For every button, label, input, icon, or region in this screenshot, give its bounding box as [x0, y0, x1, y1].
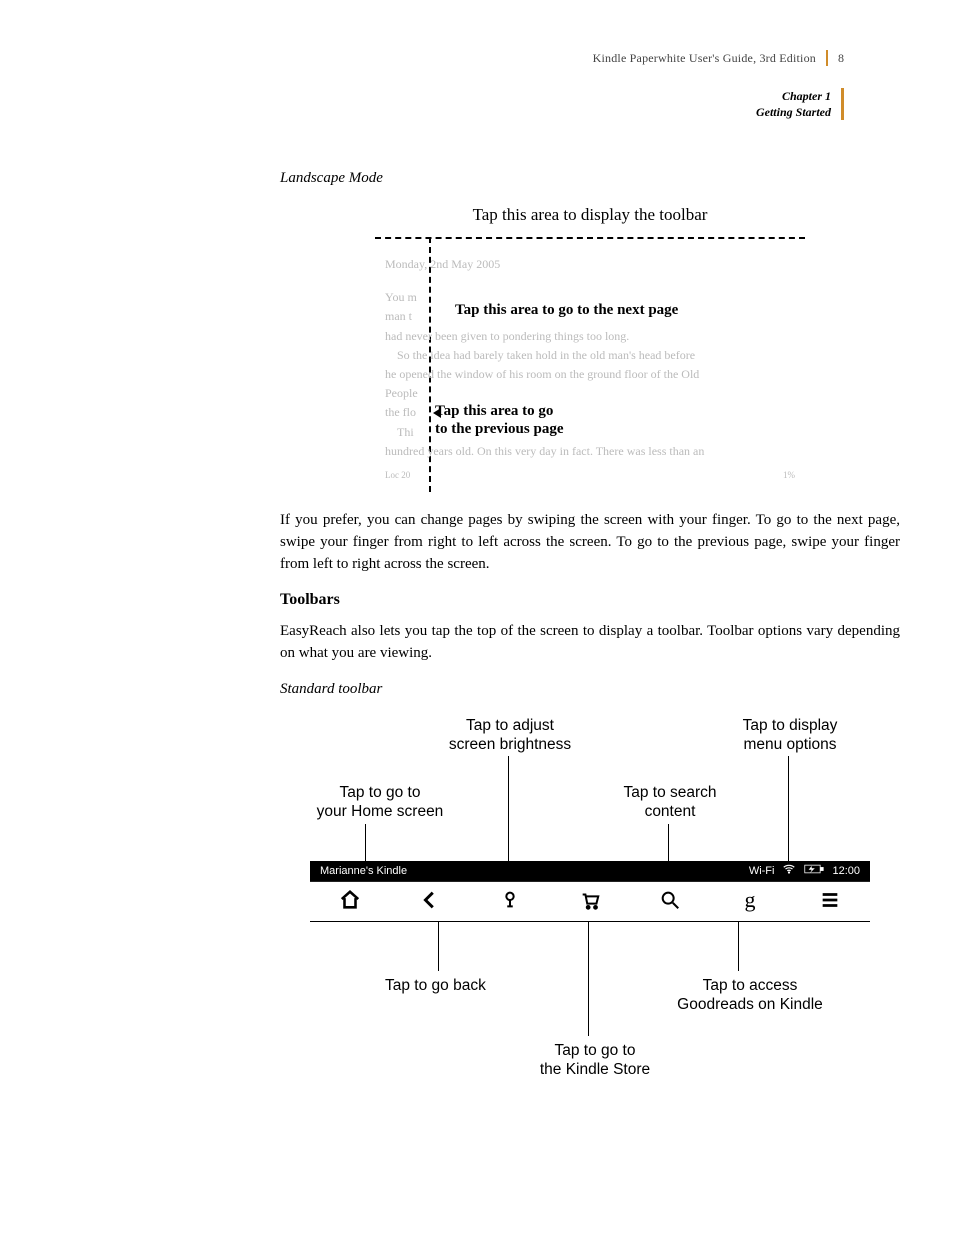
goodreads-label-l1: Tap to access	[703, 977, 798, 994]
home-icon[interactable]	[337, 887, 363, 913]
connector-line	[438, 921, 439, 971]
toolbar-diagram: Tap to adjust screen brightness Tap to d…	[310, 716, 870, 1096]
prev-page-annotation-l2: to the previous page	[435, 421, 563, 437]
doc-title: Kindle Paperwhite User's Guide, 3rd Edit…	[593, 51, 816, 66]
header-divider	[826, 50, 828, 66]
page-body: Landscape Mode Tap this area to display …	[280, 170, 900, 1096]
sample-date: Monday, 2nd May 2005	[385, 255, 795, 274]
goodreads-label-l2: Goodreads on Kindle	[677, 996, 823, 1013]
chapter-number: Chapter 1	[593, 88, 831, 104]
running-header: Kindle Paperwhite User's Guide, 3rd Edit…	[593, 50, 844, 120]
brightness-label-l1: Tap to adjust	[466, 717, 554, 734]
goodreads-icon[interactable]: g	[737, 887, 763, 913]
kindle-toolbar: Marianne's Kindle Wi-Fi 12:00	[310, 861, 870, 917]
toolbars-paragraph: EasyReach also lets you tap the top of t…	[280, 621, 900, 665]
device-name: Marianne's Kindle	[320, 865, 407, 877]
store-label-l2: the Kindle Store	[540, 1061, 650, 1078]
dashed-line-horizontal	[375, 237, 805, 239]
sample-line: hundred years old. On this very day in f…	[385, 442, 795, 461]
connector-line	[738, 921, 739, 971]
search-label: Tap to search content	[590, 783, 750, 822]
next-page-annotation: Tap this area to go to the next page	[455, 301, 678, 319]
search-label-l1: Tap to search	[623, 784, 716, 801]
clock: 12:00	[832, 865, 860, 877]
wifi-icon	[782, 862, 796, 879]
home-label-l2: your Home screen	[317, 803, 444, 820]
store-label: Tap to go to the Kindle Store	[515, 1041, 675, 1080]
brightness-label: Tap to adjust screen brightness	[430, 716, 590, 755]
sample-line: People	[385, 384, 795, 403]
menu-label-l1: Tap to display	[743, 717, 838, 734]
search-label-l2: content	[645, 803, 696, 820]
toolbars-heading: Toolbars	[280, 591, 900, 609]
brightness-icon[interactable]	[497, 887, 523, 913]
goodreads-label: Tap to access Goodreads on Kindle	[670, 976, 830, 1015]
brightness-label-l2: screen brightness	[449, 736, 571, 753]
percent-indicator: 1%	[783, 468, 795, 482]
prev-page-annotation-l1: Tap this area to go	[435, 403, 553, 419]
menu-label-l2: menu options	[743, 736, 836, 753]
home-label: Tap to go to your Home screen	[300, 783, 460, 822]
toolbar-baseline	[310, 921, 870, 922]
search-icon[interactable]	[657, 887, 683, 913]
store-icon[interactable]	[577, 887, 603, 913]
status-bar: Marianne's Kindle Wi-Fi 12:00	[310, 861, 870, 881]
standard-toolbar-label: Standard toolbar	[280, 681, 900, 698]
menu-icon[interactable]	[817, 887, 843, 913]
swipe-paragraph: If you prefer, you can change pages by s…	[280, 510, 900, 575]
sample-line: had never been given to pondering things…	[385, 327, 795, 346]
chapter-title: Getting Started	[593, 104, 831, 120]
sample-line: he opened the window of his room on the …	[385, 365, 795, 384]
loc-indicator: Loc 20	[385, 468, 410, 482]
page-number: 8	[838, 51, 844, 66]
sample-line: So the idea had barely taken hold in the…	[385, 346, 795, 365]
chapter-block: Chapter 1 Getting Started	[593, 88, 844, 120]
sample-page-text: Monday, 2nd May 2005 You m man t had nev…	[385, 255, 795, 482]
menu-label: Tap to display menu options	[710, 716, 870, 755]
landscape-mode-label: Landscape Mode	[280, 170, 900, 187]
prev-page-annotation: Tap this area to go to the previous page	[435, 402, 563, 438]
home-label-l1: Tap to go to	[339, 784, 420, 801]
store-label-l1: Tap to go to	[554, 1042, 635, 1059]
battery-icon	[804, 863, 824, 878]
back-label: Tap to go back	[385, 976, 486, 995]
running-header-line: Kindle Paperwhite User's Guide, 3rd Edit…	[593, 50, 844, 66]
back-icon[interactable]	[417, 887, 443, 913]
status-right: Wi-Fi 12:00	[749, 862, 860, 879]
toolbar-icon-row: g	[310, 881, 870, 920]
landscape-figure: Monday, 2nd May 2005 You m man t had nev…	[375, 237, 805, 492]
document-page: Kindle Paperwhite User's Guide, 3rd Edit…	[0, 0, 954, 1235]
connector-line	[588, 921, 589, 1036]
wifi-label: Wi-Fi	[749, 865, 775, 877]
toolbar-tap-caption: Tap this area to display the toolbar	[280, 205, 900, 225]
